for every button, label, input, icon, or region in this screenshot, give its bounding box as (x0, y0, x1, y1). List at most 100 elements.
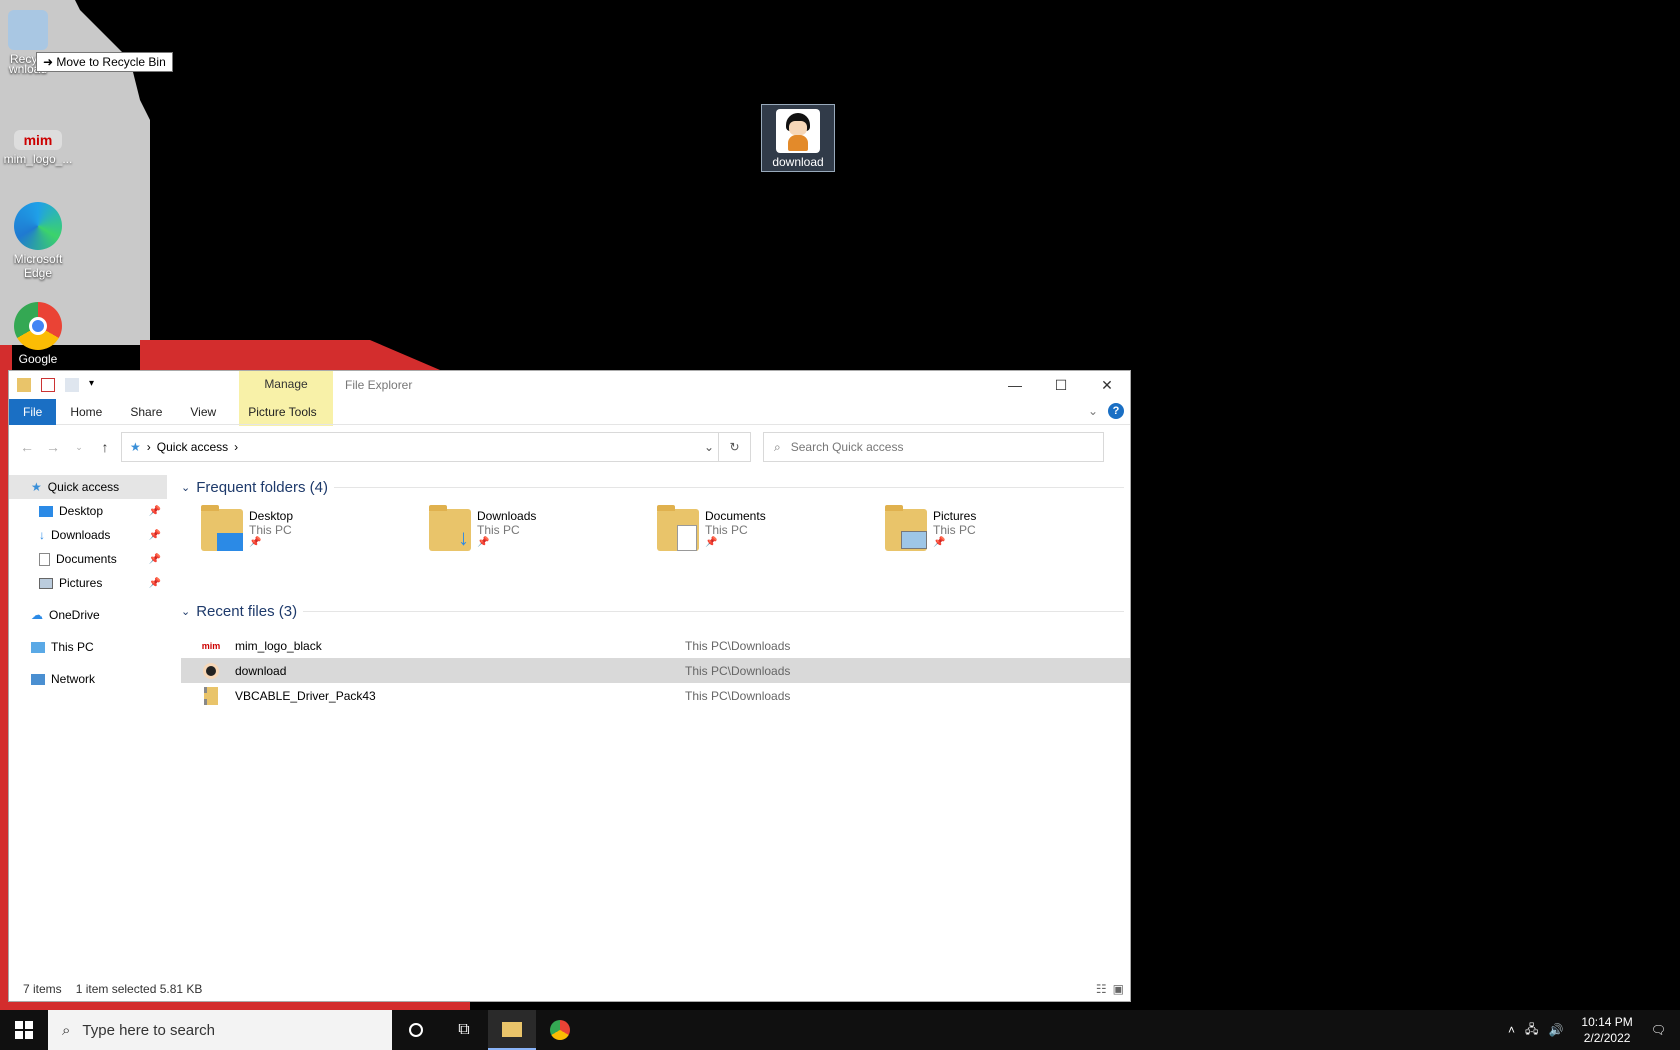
forward-button[interactable]: → (43, 439, 63, 455)
recycle-bin-icon (8, 10, 48, 50)
task-view-icon: ⧉ (458, 1021, 470, 1038)
folder-downloads[interactable]: ↓ Downloads This PC 📌 (409, 501, 637, 581)
show-hidden-icons-icon[interactable]: ˄ (1508, 1023, 1515, 1037)
ribbon-tabs: File Home Share View Picture Tools ⌄ ? (9, 398, 1130, 425)
pin-icon[interactable]: 📌 (149, 506, 161, 517)
tab-share[interactable]: Share (116, 399, 176, 425)
tab-picture-tools[interactable]: Picture Tools (234, 399, 330, 425)
pin-icon[interactable]: 📌 (149, 530, 161, 541)
edge-icon (14, 202, 62, 250)
nav-this-pc[interactable]: This PC (9, 635, 167, 659)
manage-tab[interactable]: Manage (239, 377, 333, 391)
edge-desktop-icon[interactable]: Microsoft Edge (0, 202, 76, 280)
folder-name: Pictures (933, 509, 977, 523)
taskbar-search-placeholder: Type here to search (82, 1021, 215, 1039)
large-icons-view-icon[interactable]: ▣ (1113, 982, 1124, 996)
folder-icon (657, 505, 699, 551)
group-title: Recent files (3) (196, 602, 298, 620)
network-icon[interactable]: 🖧 (1525, 1020, 1538, 1041)
close-button[interactable]: ✕ (1084, 371, 1130, 399)
back-button[interactable]: ← (17, 439, 37, 455)
nav-network[interactable]: Network (9, 667, 167, 691)
tab-file[interactable]: File (9, 398, 57, 425)
taskbar-search-box[interactable]: ⌕ Type here to search (48, 1010, 392, 1050)
cortana-button[interactable] (392, 1010, 440, 1050)
nav-quick-access[interactable]: ★ Quick access (9, 475, 167, 499)
download-desktop-icon[interactable]: download (761, 104, 835, 172)
tab-home[interactable]: Home (56, 399, 116, 425)
nav-label: This PC (51, 640, 94, 654)
nav-label: Desktop (59, 504, 104, 518)
expand-ribbon-icon[interactable]: ⌄ (1088, 404, 1098, 418)
new-folder-icon[interactable] (65, 378, 79, 392)
start-button[interactable] (0, 1010, 48, 1050)
up-button[interactable]: ↑ (95, 439, 115, 455)
list-item[interactable]: VBCABLE_Driver_Pack43 This PC\Downloads (181, 683, 1130, 708)
address-bar[interactable]: ★ › Quick access › ⌄ ↻ (121, 432, 751, 462)
properties-icon[interactable] (41, 378, 55, 392)
nav-desktop[interactable]: Desktop 📌 (9, 499, 167, 523)
recent-files-header[interactable]: ⌄ Recent files (3) (181, 597, 1130, 625)
tab-view[interactable]: View (176, 399, 230, 425)
folder-location: This PC (249, 523, 292, 537)
folder-location: This PC (933, 523, 976, 537)
cloud-icon: ☁ (31, 608, 43, 622)
quick-access-toolbar: ▾ (9, 378, 103, 392)
folder-pictures[interactable]: Pictures This PC 📌 (865, 501, 1093, 581)
breadcrumb-separator-icon: › (146, 440, 151, 454)
mim-logo-desktop-icon[interactable]: mim mim_logo_... (0, 130, 76, 166)
chrome-icon (14, 302, 62, 350)
folder-documents[interactable]: Documents This PC 📌 (637, 501, 865, 581)
pin-icon[interactable]: 📌 (149, 554, 161, 565)
task-view-button[interactable]: ⧉ (440, 1010, 488, 1050)
frequent-folders-header[interactable]: ⌄ Frequent folders (4) (181, 473, 1130, 501)
nav-downloads[interactable]: ↓ Downloads 📌 (9, 523, 167, 547)
status-bar: 7 items 1 item selected 5.81 KB ☷ ▣ (9, 977, 1130, 1001)
nav-label: Downloads (51, 528, 111, 542)
refresh-button[interactable]: ↻ (718, 433, 750, 461)
breadcrumb[interactable]: Quick access (157, 440, 228, 454)
pin-icon: 📌 (705, 537, 718, 548)
nav-label: OneDrive (49, 608, 100, 622)
star-icon: ★ (130, 440, 141, 454)
minimize-button[interactable]: — (992, 371, 1038, 399)
chrome-taskbar-button[interactable] (536, 1010, 584, 1050)
notifications-icon[interactable]: 🗨 (1651, 1023, 1666, 1037)
help-icon[interactable]: ? (1108, 403, 1124, 419)
folder-icon (885, 505, 927, 551)
nav-onedrive[interactable]: ☁ OneDrive (9, 603, 167, 627)
clock[interactable]: 10:14 PM 2/2/2022 (1581, 1014, 1632, 1046)
selection-info: 1 item selected 5.81 KB (75, 982, 203, 996)
image-file-icon (201, 661, 221, 681)
recent-locations-icon[interactable]: ⌄ (69, 442, 89, 453)
customize-toolbar-icon[interactable]: ▾ (89, 378, 103, 392)
pin-icon[interactable]: 📌 (149, 578, 161, 589)
file-name: VBCABLE_Driver_Pack43 (235, 688, 376, 703)
image-file-icon: mim (201, 640, 221, 651)
download-icon-label: download (772, 155, 824, 169)
volume-icon[interactable]: 🔊 (1548, 1023, 1563, 1037)
chrome-desktop-icon[interactable]: Google (0, 302, 76, 366)
search-icon: ⌕ (774, 439, 781, 454)
address-history-icon[interactable]: ⌄ (704, 440, 714, 454)
file-location: This PC\Downloads (685, 638, 791, 653)
file-explorer-taskbar-button[interactable] (488, 1010, 536, 1050)
system-tray: ˄ 🖧 🔊 10:14 PM 2/2/2022 🗨 (1508, 1010, 1680, 1050)
mim-logo-icon: mim (14, 130, 62, 150)
list-item[interactable]: mim mim_logo_black This PC\Downloads (181, 633, 1130, 658)
nav-documents[interactable]: Documents 📌 (9, 547, 167, 571)
maximize-button[interactable]: ☐ (1038, 371, 1084, 399)
drag-tooltip: ➜ Move to Recycle Bin (36, 52, 173, 72)
window-title: File Explorer (345, 378, 413, 392)
folder-icon[interactable] (17, 378, 31, 392)
circle-icon (409, 1023, 423, 1037)
details-view-icon[interactable]: ☷ (1096, 982, 1107, 996)
nav-pictures[interactable]: Pictures 📌 (9, 571, 167, 595)
clock-date: 2/2/2022 (1583, 1031, 1631, 1045)
search-input[interactable]: ⌕ Search Quick access (763, 432, 1104, 462)
file-name: download (235, 663, 287, 678)
folder-desktop[interactable]: Desktop This PC 📌 (181, 501, 409, 581)
list-item[interactable]: download This PC\Downloads (181, 658, 1130, 683)
edge-label: Microsoft Edge (13, 252, 63, 280)
folder-name: Downloads (477, 509, 537, 523)
